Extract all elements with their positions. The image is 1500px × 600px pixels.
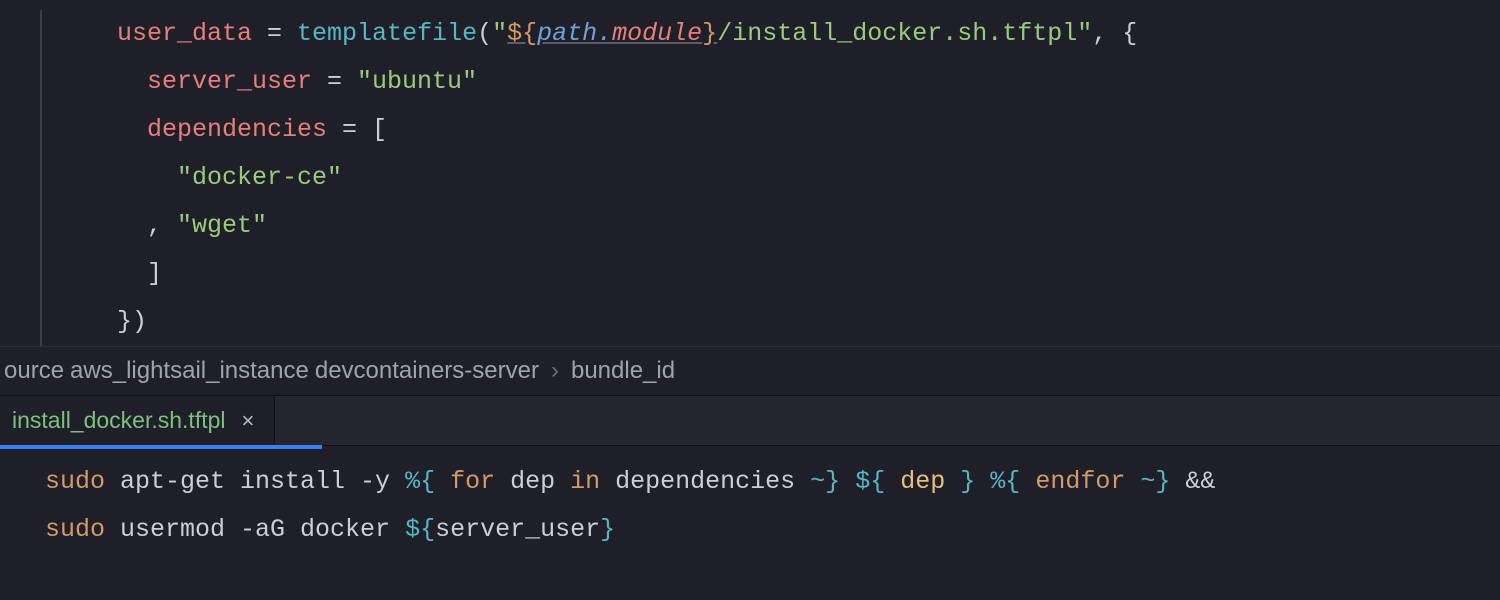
token-path-attr: module bbox=[612, 19, 702, 48]
token-string: "ubuntu" bbox=[357, 67, 477, 96]
token-space bbox=[975, 467, 990, 496]
token-paren: ( bbox=[477, 19, 492, 48]
token-operator: = bbox=[312, 67, 357, 96]
token-text: apt-get install -y bbox=[105, 467, 405, 496]
lower-editor-pane[interactable]: sudo apt-get install -y %{ for dep in de… bbox=[0, 446, 1500, 554]
token-string-quote: " bbox=[1077, 19, 1092, 48]
token-string: "docker-ce" bbox=[177, 163, 342, 192]
breadcrumb[interactable]: ource aws_lightsail_instance devcontaine… bbox=[0, 346, 1500, 396]
code-line[interactable]: }) bbox=[40, 298, 1500, 346]
code-line[interactable]: sudo apt-get install -y %{ for dep in de… bbox=[0, 458, 1500, 506]
token-space bbox=[840, 467, 855, 496]
token-interp-close: } bbox=[702, 19, 717, 48]
token-keyword: for bbox=[435, 467, 510, 496]
breadcrumb-segment[interactable]: ource bbox=[4, 357, 64, 385]
token-interp-close: } bbox=[600, 515, 615, 544]
token-function: templatefile bbox=[297, 19, 477, 48]
code-line[interactable]: "docker-ce" bbox=[40, 154, 1500, 202]
token-ident: dep bbox=[510, 467, 555, 496]
token-string: "wget" bbox=[162, 211, 267, 240]
token-bracket: ] bbox=[147, 259, 162, 288]
breadcrumb-segment[interactable]: devcontainers-server bbox=[315, 357, 539, 385]
code-line[interactable]: dependencies = [ bbox=[40, 106, 1500, 154]
token-space bbox=[885, 467, 900, 496]
code-line[interactable]: , "wget" bbox=[40, 202, 1500, 250]
token-interp-close: } bbox=[960, 467, 975, 496]
token-brace: , { bbox=[1092, 19, 1137, 48]
breadcrumb-segment[interactable]: bundle_id bbox=[571, 357, 675, 385]
token-keyword: endfor bbox=[1020, 467, 1140, 496]
token-string: /install_docker.sh.tftpl bbox=[717, 19, 1077, 48]
token-ident: dep bbox=[900, 467, 945, 496]
tab-install-docker[interactable]: install_docker.sh.tftpl × bbox=[0, 396, 275, 445]
code-line[interactable]: ] bbox=[40, 250, 1500, 298]
token-keyword: sudo bbox=[45, 515, 105, 544]
token-directive: %{ bbox=[990, 467, 1020, 496]
token-operator: = bbox=[327, 115, 372, 144]
code-line[interactable]: user_data = templatefile("${path.module}… bbox=[40, 10, 1500, 58]
code-line[interactable]: sudo usermod -aG docker ${server_user} bbox=[0, 506, 1500, 554]
token-dot: . bbox=[597, 19, 612, 48]
upper-editor-pane[interactable]: user_data = templatefile("${path.module}… bbox=[0, 0, 1500, 346]
token-ident: server_user bbox=[435, 515, 600, 544]
token-bracket: [ bbox=[372, 115, 387, 144]
token-property: server_user bbox=[147, 67, 312, 96]
token-interp-open: ${ bbox=[507, 19, 537, 48]
token-interp-open: ${ bbox=[855, 467, 885, 496]
token-directive: ~} bbox=[1140, 467, 1170, 496]
token-operator: = bbox=[252, 19, 297, 48]
token-directive: ~} bbox=[795, 467, 840, 496]
token-directive: %{ bbox=[405, 467, 435, 496]
close-icon[interactable]: × bbox=[242, 408, 255, 434]
token-string-quote: " bbox=[492, 19, 507, 48]
token-interp-open: ${ bbox=[405, 515, 435, 544]
token-space bbox=[945, 467, 960, 496]
tab-label: install_docker.sh.tftpl bbox=[12, 407, 226, 434]
chevron-right-icon: › bbox=[551, 357, 559, 385]
token-property: dependencies bbox=[147, 115, 327, 144]
token-keyword: in bbox=[555, 467, 615, 496]
code-line[interactable]: server_user = "ubuntu" bbox=[40, 58, 1500, 106]
tab-bar: install_docker.sh.tftpl × bbox=[0, 396, 1500, 446]
token-operator: && bbox=[1170, 467, 1215, 496]
token-ident: dependencies bbox=[615, 467, 795, 496]
token-path-ns: path bbox=[537, 19, 597, 48]
breadcrumb-segment[interactable]: aws_lightsail_instance bbox=[70, 357, 309, 385]
token-brace: }) bbox=[117, 307, 147, 336]
token-keyword: sudo bbox=[45, 467, 105, 496]
token-comma: , bbox=[147, 211, 162, 240]
token-property: user_data bbox=[117, 19, 252, 48]
token-text: usermod -aG docker bbox=[105, 515, 405, 544]
